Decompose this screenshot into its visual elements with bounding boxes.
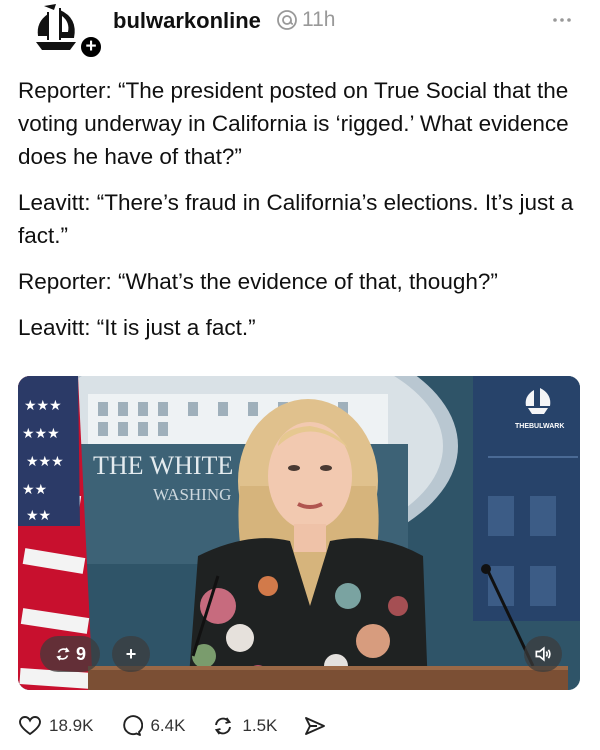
heart-icon <box>19 716 41 736</box>
post-text: Reporter: “The president posted on True … <box>18 74 576 357</box>
timestamp: 11h <box>302 8 336 31</box>
sound-button[interactable] <box>524 636 562 672</box>
repost-count-badge[interactable]: 9 <box>40 636 100 672</box>
post-paragraph: Reporter: “The president posted on True … <box>18 78 569 169</box>
comment-count: 6.4K <box>150 716 186 735</box>
username[interactable]: bulwarkonline <box>113 8 261 34</box>
like-count: 18.9K <box>49 716 94 735</box>
add-button[interactable]: + <box>112 636 150 672</box>
svg-text:★★★: ★★★ <box>26 454 64 470</box>
bulwark-ship-logo-avatar[interactable] <box>26 2 86 54</box>
comment-bubble-icon <box>123 715 144 736</box>
repost-count-action: 1.5K <box>242 716 278 735</box>
video-player[interactable]: THE WHITE WASHING THEBULWARK ★★★ ★★★ ★★★ ★… <box>18 376 580 690</box>
repost-icon <box>215 717 232 735</box>
action-bar: 18.9K 6.4K 1.5K <box>18 711 353 741</box>
follow-plus-button[interactable]: + <box>78 34 104 60</box>
share-button[interactable] <box>303 714 327 738</box>
svg-text:★★★: ★★★ <box>24 398 62 414</box>
backdrop-text-1: THE WHITE <box>93 451 233 480</box>
video-frame: THE WHITE WASHING THEBULWARK ★★★★★★ ★★★★… <box>18 376 580 690</box>
comment-button[interactable]: 6.4K <box>119 714 185 738</box>
like-button[interactable]: 18.9K <box>18 714 93 738</box>
threads-icon <box>277 10 297 30</box>
more-dots-icon[interactable] <box>550 8 574 32</box>
post-header: + bulwarkonline 11h <box>18 0 582 60</box>
watermark-text: THEBULWARK <box>515 423 564 430</box>
svg-text:★★: ★★ <box>22 482 47 498</box>
send-icon <box>305 717 326 735</box>
repost-button[interactable]: 1.5K <box>211 714 277 738</box>
post-paragraph: Leavitt: “There’s fraud in California’s … <box>18 190 574 248</box>
post-paragraph: Leavitt: “It is just a fact.” <box>18 315 256 340</box>
repost-icon <box>56 647 70 661</box>
repost-count: 9 <box>75 643 86 664</box>
svg-text:★★: ★★ <box>26 508 51 524</box>
post-meta: 11h <box>276 8 335 32</box>
backdrop-text-2: WASHING <box>153 485 231 504</box>
svg-text:★★★: ★★★ <box>22 426 60 442</box>
speaker-icon <box>535 646 551 662</box>
post-paragraph: Reporter: “What’s the evidence of that, … <box>18 269 498 294</box>
